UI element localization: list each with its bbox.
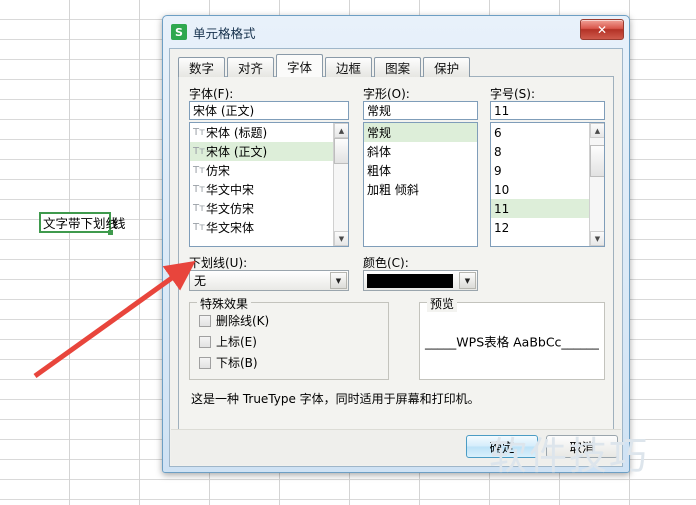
list-item-label: 宋体 (正文) <box>206 145 268 159</box>
truetype-icon: Tᴛ <box>193 184 205 195</box>
tab-font[interactable]: 字体 <box>276 54 324 77</box>
font-size-input[interactable]: 11 <box>490 101 605 120</box>
checkbox-label: 下标(B) <box>216 356 258 370</box>
cell-fill-handle[interactable] <box>108 230 113 235</box>
list-item[interactable]: 6 <box>491 123 604 142</box>
font-description: 这是一种 TrueType 字体，同时适用于屏幕和打印机。 <box>191 392 480 406</box>
list-item[interactable]: Tᴛ 华文中宋 <box>190 180 348 199</box>
color-swatch <box>367 274 453 288</box>
list-item[interactable]: 常规 <box>364 123 477 142</box>
list-item[interactable]: 粗体 <box>364 161 477 180</box>
tab-alignment[interactable]: 对齐 <box>227 57 275 77</box>
font-family-label: 字体(F): <box>189 87 234 101</box>
preview-box: _____WPS表格 AaBbCc______ <box>419 302 605 380</box>
truetype-icon: Tᴛ <box>193 165 205 176</box>
scroll-up-icon[interactable]: ▲ <box>334 123 348 138</box>
watermark-text: 软件技巧 <box>489 434 650 478</box>
truetype-icon: Tᴛ <box>193 127 205 138</box>
truetype-icon: Tᴛ <box>193 203 205 214</box>
checkbox-strikethrough[interactable]: 删除线(K) <box>199 312 269 329</box>
tabstrip: 数字 对齐 字体 边框 图案 保护 <box>178 54 472 77</box>
screen: 线 文字带下划线 S 单元格格式 ✕ 数字 对齐 字体 边框 图案 保护 字体(… <box>0 0 696 505</box>
checkbox-icon[interactable] <box>199 314 211 327</box>
tab-protection[interactable]: 保护 <box>423 57 471 77</box>
checkbox-subscript[interactable]: 下标(B) <box>199 354 258 371</box>
font-family-scrollbar[interactable]: ▲ ▼ <box>333 123 348 246</box>
cell-format-dialog: S 单元格格式 ✕ 数字 对齐 字体 边框 图案 保护 字体(F): 宋体 (正… <box>162 15 630 473</box>
list-item[interactable]: 10 <box>491 180 604 199</box>
selected-cell[interactable]: 文字带下划线 <box>39 212 118 233</box>
scroll-up-icon[interactable]: ▲ <box>590 123 604 138</box>
list-item[interactable]: 斜体 <box>364 142 477 161</box>
truetype-icon: Tᴛ <box>193 146 205 157</box>
preview-text: _____WPS表格 AaBbCc______ <box>425 334 599 350</box>
font-style-label: 字形(O): <box>363 87 410 101</box>
dialog-body: 数字 对齐 字体 边框 图案 保护 字体(F): 宋体 (正文) Tᴛ 宋体 (标… <box>169 48 623 467</box>
scroll-thumb[interactable] <box>334 138 348 164</box>
underline-dropdown[interactable]: 无 ▼ <box>189 270 349 291</box>
list-item-label: 华文中宋 <box>206 183 255 197</box>
checkbox-label: 删除线(K) <box>216 314 270 328</box>
checkbox-superscript[interactable]: 上标(E) <box>199 333 257 350</box>
chevron-down-icon[interactable]: ▼ <box>459 272 476 289</box>
list-item[interactable]: 9 <box>491 161 604 180</box>
special-effects-title: 特殊效果 <box>197 295 252 312</box>
list-item[interactable]: Tᴛ 华文宋体 <box>190 218 348 237</box>
color-label: 颜色(C): <box>363 256 409 270</box>
checkbox-label: 上标(E) <box>216 335 257 349</box>
font-size-label: 字号(S): <box>490 87 536 101</box>
list-item[interactable]: 8 <box>491 142 604 161</box>
list-item-label: 仿宋 <box>206 164 231 178</box>
font-family-listbox[interactable]: Tᴛ 宋体 (标题) Tᴛ 宋体 (正文) Tᴛ 仿宋 Tᴛ 华文中宋 Tᴛ 华文仿宋 T… <box>189 122 349 247</box>
list-item[interactable]: 11 <box>491 199 604 218</box>
list-item[interactable]: 加粗 倾斜 <box>364 180 477 199</box>
font-style-listbox[interactable]: 常规 斜体 粗体 加粗 倾斜 <box>363 122 478 247</box>
list-item-label: 华文宋体 <box>206 221 255 235</box>
tab-pattern[interactable]: 图案 <box>374 57 422 77</box>
list-item[interactable]: Tᴛ 华文仿宋 <box>190 199 348 218</box>
wps-app-icon: S <box>171 24 187 40</box>
font-size-listbox[interactable]: 6 8 9 10 11 12 ▲ ▼ <box>490 122 605 247</box>
close-icon[interactable]: ✕ <box>580 19 624 40</box>
scroll-down-icon[interactable]: ▼ <box>334 231 348 246</box>
list-item[interactable]: Tᴛ 仿宋 <box>190 161 348 180</box>
tab-border[interactable]: 边框 <box>325 57 373 77</box>
font-tab-pane: 字体(F): 宋体 (正文) Tᴛ 宋体 (标题) Tᴛ 宋体 (正文) Tᴛ 仿宋 … <box>178 76 614 460</box>
list-item[interactable]: Tᴛ 宋体 (标题) <box>190 123 348 142</box>
tab-number[interactable]: 数字 <box>178 57 226 77</box>
chevron-down-icon[interactable]: ▼ <box>330 272 347 289</box>
dialog-title: 单元格格式 <box>193 25 256 41</box>
list-item-label: 华文仿宋 <box>206 202 255 216</box>
font-family-input[interactable]: 宋体 (正文) <box>189 101 349 120</box>
underline-value: 无 <box>194 274 207 288</box>
list-item[interactable]: 12 <box>491 218 604 237</box>
truetype-icon: Tᴛ <box>193 222 205 233</box>
font-style-input[interactable]: 常规 <box>363 101 478 120</box>
checkbox-icon[interactable] <box>199 356 211 369</box>
scroll-thumb[interactable] <box>590 145 604 177</box>
font-size-scrollbar[interactable]: ▲ ▼ <box>589 123 604 246</box>
dialog-titlebar[interactable]: S 单元格格式 ✕ <box>165 18 627 46</box>
checkbox-icon[interactable] <box>199 335 211 348</box>
underline-label: 下划线(U): <box>189 256 248 270</box>
list-item[interactable]: Tᴛ 宋体 (正文) <box>190 142 348 161</box>
preview-title: 预览 <box>427 295 458 312</box>
color-dropdown[interactable]: ▼ <box>363 270 478 291</box>
scroll-down-icon[interactable]: ▼ <box>590 231 604 246</box>
list-item-label: 宋体 (标题) <box>206 126 268 140</box>
